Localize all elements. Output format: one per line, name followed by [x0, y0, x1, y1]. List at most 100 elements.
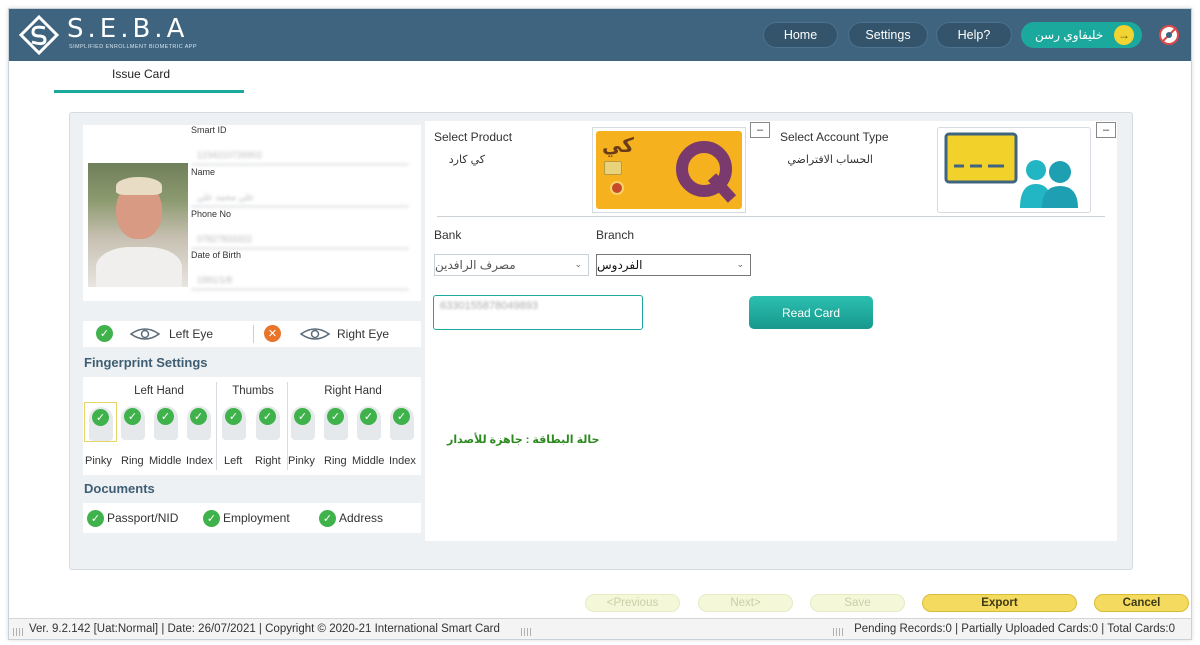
- check-icon: ✓: [203, 510, 220, 527]
- finger-label: Pinky: [85, 455, 112, 467]
- select-product-label: Select Product: [434, 130, 513, 144]
- account-type-image[interactable]: [937, 127, 1091, 213]
- q-logo-icon: [676, 141, 737, 203]
- chevron-down-icon: ⌄: [736, 259, 744, 269]
- chip-icon: [604, 161, 622, 175]
- user-name: خليفاوي رسن: [1035, 28, 1104, 42]
- finger-label: Middle: [352, 455, 385, 467]
- version-info: Ver. 9.2.142 [Uat:Normal] | Date: 26/07/…: [29, 623, 500, 635]
- bank-value: مصرف الرافدين: [435, 258, 516, 272]
- logo-subtitle: SIMPLIFIED ENROLLMENT BIOMETRIC APP: [69, 44, 197, 50]
- document-employment: Employment: [223, 511, 290, 525]
- collapse-product-button[interactable]: –: [750, 122, 770, 138]
- smart-id-label: Smart ID: [191, 125, 227, 135]
- card-status-text: حالة البطاقة : جاهزة للأصدار: [447, 434, 600, 446]
- resize-grip-icon: [833, 628, 843, 636]
- phone-label: Phone No: [191, 209, 232, 219]
- eye-icon: [129, 328, 161, 340]
- finger-left-index[interactable]: ✓: [183, 402, 216, 442]
- finger-right-pinky[interactable]: ✓: [287, 402, 320, 442]
- card-brand-text: كي: [602, 135, 634, 157]
- finger-left-thumb[interactable]: ✓: [218, 402, 251, 442]
- documents-title: Documents: [84, 481, 155, 496]
- thumbs-label: Thumbs: [232, 385, 274, 397]
- help-button[interactable]: Help?: [936, 22, 1012, 48]
- name-label: Name: [191, 167, 216, 177]
- bank-label: Bank: [434, 228, 462, 242]
- status-bar: Ver. 9.2.142 [Uat:Normal] | Date: 26/07/…: [9, 618, 1191, 639]
- right-hand-label: Right Hand: [324, 385, 382, 397]
- name-value: علي محمد علي: [191, 187, 409, 207]
- arrow-right-icon: →: [1114, 25, 1134, 45]
- app-window: S.E.B.A SIMPLIFIED ENROLLMENT BIOMETRIC …: [8, 8, 1192, 640]
- smart-id-value: 1234210726902: [191, 145, 409, 165]
- finger-right-middle[interactable]: ✓: [353, 402, 386, 442]
- finger-label: Index: [389, 455, 416, 467]
- check-icon: ✓: [96, 325, 113, 342]
- select-account-type-label: Select Account Type: [780, 130, 889, 144]
- product-card-image[interactable]: كي: [592, 127, 746, 213]
- check-icon: ✓: [87, 510, 104, 527]
- seba-logo-icon: [19, 15, 59, 55]
- finger-label: Ring: [324, 455, 347, 467]
- fingerprint-title: Fingerprint Settings: [84, 355, 208, 370]
- tab-underline: [54, 90, 244, 93]
- account-card-icon: [944, 132, 1078, 208]
- cancel-button[interactable]: Cancel: [1094, 594, 1189, 612]
- records-info: Pending Records:0 | Partially Uploaded C…: [854, 623, 1175, 635]
- logout-icon[interactable]: [1159, 25, 1179, 45]
- finger-label: Pinky: [288, 455, 315, 467]
- export-button[interactable]: Export: [922, 594, 1077, 612]
- resize-grip-icon: [13, 628, 23, 636]
- finger-left-ring[interactable]: ✓: [117, 402, 150, 442]
- branch-label: Branch: [596, 228, 635, 242]
- divider: [216, 382, 217, 470]
- finger-right-ring[interactable]: ✓: [320, 402, 353, 442]
- next-button[interactable]: Next>: [698, 594, 793, 612]
- branch-select[interactable]: الفردوس ⌄: [596, 254, 751, 276]
- finger-label: Ring: [121, 455, 144, 467]
- iris-status-row: ✓ Left Eye ✕ Right Eye: [83, 321, 421, 347]
- documents-row: ✓ Passport/NID ✓ Employment ✓ Address: [83, 503, 421, 533]
- chevron-down-icon: ⌄: [574, 259, 582, 269]
- right-eye-label: Right Eye: [337, 327, 390, 341]
- eye-icon: [299, 328, 331, 340]
- finger-right-index[interactable]: ✓: [386, 402, 419, 442]
- logo-text: S.E.B.A: [67, 14, 189, 44]
- finger-label: Left: [224, 455, 243, 467]
- dob-label: Date of Birth: [191, 250, 242, 260]
- emblem-icon: [610, 181, 624, 195]
- top-bar: S.E.B.A SIMPLIFIED ENROLLMENT BIOMETRIC …: [9, 9, 1191, 61]
- finger-label: Index: [186, 455, 213, 467]
- document-passport: Passport/NID: [107, 511, 179, 525]
- user-photo: [88, 163, 188, 287]
- divider: [253, 325, 254, 343]
- finger-left-pinky[interactable]: ✓: [84, 402, 117, 442]
- finger-left-middle[interactable]: ✓: [150, 402, 183, 442]
- check-icon: ✓: [319, 510, 336, 527]
- resize-grip-icon: [521, 628, 531, 636]
- product-value: كي كارد: [448, 154, 485, 166]
- document-address: Address: [339, 511, 384, 525]
- user-menu-button[interactable]: خليفاوي رسن →: [1021, 22, 1142, 48]
- phone-value: 07827833322: [191, 229, 409, 249]
- card-number-value: 6330155878049893: [440, 300, 538, 312]
- settings-button[interactable]: Settings: [848, 22, 928, 48]
- read-card-button[interactable]: Read Card: [749, 296, 873, 329]
- tab-issue-card[interactable]: Issue Card: [46, 67, 236, 89]
- finger-right-thumb[interactable]: ✓: [252, 402, 285, 442]
- divider: [437, 216, 1105, 217]
- home-button[interactable]: Home: [763, 22, 838, 48]
- account-type-value: الحساب الافتراضي: [787, 154, 873, 166]
- dob-value: 1991/1/8: [191, 270, 409, 290]
- left-hand-label: Left Hand: [134, 385, 184, 397]
- collapse-account-button[interactable]: –: [1096, 122, 1116, 138]
- branch-value: الفردوس: [597, 258, 643, 272]
- previous-button[interactable]: <Previous: [585, 594, 680, 612]
- finger-label: Right: [255, 455, 281, 467]
- card-number-input[interactable]: 6330155878049893: [433, 295, 643, 330]
- left-eye-label: Left Eye: [169, 327, 214, 341]
- finger-label: Middle: [149, 455, 182, 467]
- save-button[interactable]: Save: [810, 594, 905, 612]
- bank-select[interactable]: مصرف الرافدين ⌄: [434, 254, 589, 276]
